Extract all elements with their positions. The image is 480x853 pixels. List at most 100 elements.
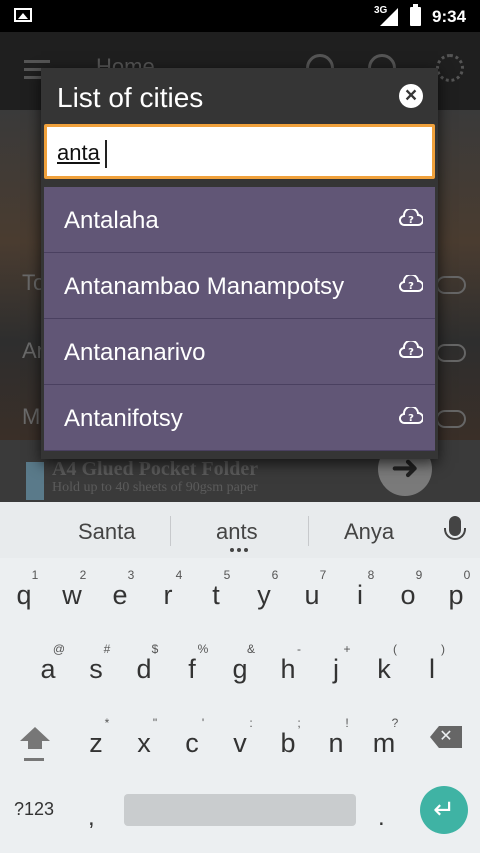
settings-icon bbox=[436, 54, 464, 82]
text-cursor bbox=[105, 140, 107, 168]
key-g[interactable]: & g bbox=[216, 636, 264, 696]
suggestion-divider bbox=[308, 516, 309, 546]
key-h[interactable]: -h bbox=[264, 636, 312, 696]
key-l[interactable]: ) l bbox=[408, 636, 456, 696]
key-e[interactable]: 3e bbox=[96, 562, 144, 622]
city-item[interactable]: Antanambao Manampotsy ? bbox=[44, 253, 435, 319]
key-label: p bbox=[448, 580, 464, 610]
comma-key[interactable]: , bbox=[88, 804, 95, 832]
key-label: w bbox=[62, 580, 82, 610]
key-i[interactable]: 8i bbox=[336, 562, 384, 622]
key-label: d bbox=[136, 654, 152, 684]
key-v[interactable]: :v bbox=[216, 710, 264, 770]
city-list-dialog: List of cities × Antalaha ? Antanambao M… bbox=[41, 68, 438, 459]
enter-icon[interactable]: ↵ bbox=[420, 786, 468, 834]
key-label: e bbox=[112, 580, 128, 610]
cloud-question-icon: ? bbox=[399, 341, 423, 358]
key-label: f bbox=[188, 654, 196, 684]
symbols-key[interactable]: ?123 bbox=[14, 799, 54, 820]
key-label: j bbox=[333, 654, 339, 684]
key-s[interactable]: # s bbox=[72, 636, 120, 696]
cloud-question-icon: ? bbox=[399, 275, 423, 292]
key-p[interactable]: 0p bbox=[432, 562, 480, 622]
key-y[interactable]: 6y bbox=[240, 562, 288, 622]
key-label: m bbox=[372, 728, 396, 758]
city-item[interactable]: Antalaha ? bbox=[44, 187, 435, 253]
key-label: o bbox=[400, 580, 416, 610]
key-b[interactable]: ; b bbox=[264, 710, 312, 770]
close-icon[interactable]: × bbox=[399, 84, 423, 108]
signal-icon bbox=[380, 8, 398, 26]
caps-indicator bbox=[24, 758, 44, 761]
key-o[interactable]: 9o bbox=[384, 562, 432, 622]
key-label: n bbox=[328, 728, 344, 758]
key-label: i bbox=[357, 580, 363, 610]
city-name: Antalaha bbox=[64, 207, 159, 234]
ad-subtitle: Hold up to 40 sheets of 90gsm paper bbox=[52, 480, 258, 495]
key-k[interactable]: (k bbox=[360, 636, 408, 696]
key-c[interactable]: ' c bbox=[168, 710, 216, 770]
menu-icon bbox=[24, 60, 50, 63]
soft-keyboard: ✕ ?123 , . ↵ 1 q 2 w 3 e 4 r 5 t 6 y 7 u 8 i 9 o 0 p @ a # s $ d%… bbox=[0, 558, 480, 853]
key-x[interactable]: " x bbox=[120, 710, 168, 770]
key-f[interactable]: % f bbox=[168, 636, 216, 696]
key-w[interactable]: 2w bbox=[48, 562, 96, 622]
city-search-input[interactable] bbox=[57, 139, 417, 167]
key-a[interactable]: @ a bbox=[24, 636, 72, 696]
space-bar[interactable] bbox=[124, 794, 356, 826]
key-label: t bbox=[212, 580, 220, 610]
microphone-icon[interactable] bbox=[444, 516, 466, 540]
key-j[interactable]: + j bbox=[312, 636, 360, 696]
status-bar: 3G 9:34 bbox=[0, 0, 480, 32]
key-label: s bbox=[89, 654, 103, 684]
battery-icon bbox=[410, 4, 421, 26]
city-name: Antananarivo bbox=[64, 339, 206, 366]
key-d[interactable]: $ d bbox=[120, 636, 168, 696]
cloud-icon bbox=[436, 344, 466, 362]
svg-text:?: ? bbox=[408, 281, 414, 292]
key-label: y bbox=[257, 580, 271, 610]
image-notification-icon bbox=[14, 8, 32, 22]
shift-icon[interactable] bbox=[20, 727, 50, 749]
key-label: h bbox=[280, 654, 296, 684]
key-label: l bbox=[429, 654, 435, 684]
key-u[interactable]: 7u bbox=[288, 562, 336, 622]
key-z[interactable]: * z bbox=[72, 710, 120, 770]
backspace-icon[interactable]: ✕ bbox=[430, 726, 462, 748]
svg-text:?: ? bbox=[408, 413, 414, 424]
period-key[interactable]: . bbox=[378, 804, 385, 832]
ad-title: A4 Glued Pocket Folder bbox=[52, 458, 259, 480]
dialog-title: List of cities bbox=[57, 82, 204, 113]
key-label: v bbox=[233, 728, 247, 758]
suggestion-word[interactable]: Santa bbox=[78, 519, 136, 545]
key-label: r bbox=[163, 580, 173, 610]
key-m[interactable]: ? m bbox=[360, 710, 408, 770]
city-list: Antalaha ? Antanambao Manampotsy ? Antan… bbox=[44, 187, 435, 451]
suggestion-divider bbox=[170, 516, 171, 546]
suggestion-word[interactable]: ants bbox=[216, 519, 258, 545]
cloud-question-icon: ? bbox=[399, 407, 423, 424]
key-n[interactable]: ! n bbox=[312, 710, 360, 770]
clock: 9:34 bbox=[432, 7, 467, 26]
suggestion-word[interactable]: Anya bbox=[344, 519, 394, 545]
key-t[interactable]: 5t bbox=[192, 562, 240, 622]
city-item[interactable]: Antanifotsy ? bbox=[44, 385, 435, 451]
key-r[interactable]: 4r bbox=[144, 562, 192, 622]
city-name: Antanifotsy bbox=[64, 405, 183, 432]
city-name: Antanambao Manampotsy bbox=[64, 273, 345, 300]
key-label: q bbox=[16, 580, 32, 610]
key-label: x bbox=[137, 728, 151, 758]
more-suggestions-icon[interactable] bbox=[230, 548, 234, 552]
key-label: c bbox=[185, 728, 199, 758]
city-item[interactable]: Antananarivo ? bbox=[44, 319, 435, 385]
key-label: b bbox=[280, 728, 296, 758]
ad-choices-icon bbox=[26, 462, 44, 500]
key-q[interactable]: 1q bbox=[0, 562, 48, 622]
key-label: g bbox=[232, 654, 248, 684]
key-label: k bbox=[377, 654, 391, 684]
key-label: u bbox=[304, 580, 320, 610]
cloud-icon bbox=[436, 276, 466, 294]
cloud-question-icon: ? bbox=[399, 209, 423, 226]
city-search-field[interactable] bbox=[44, 124, 435, 179]
key-label: a bbox=[40, 654, 56, 684]
